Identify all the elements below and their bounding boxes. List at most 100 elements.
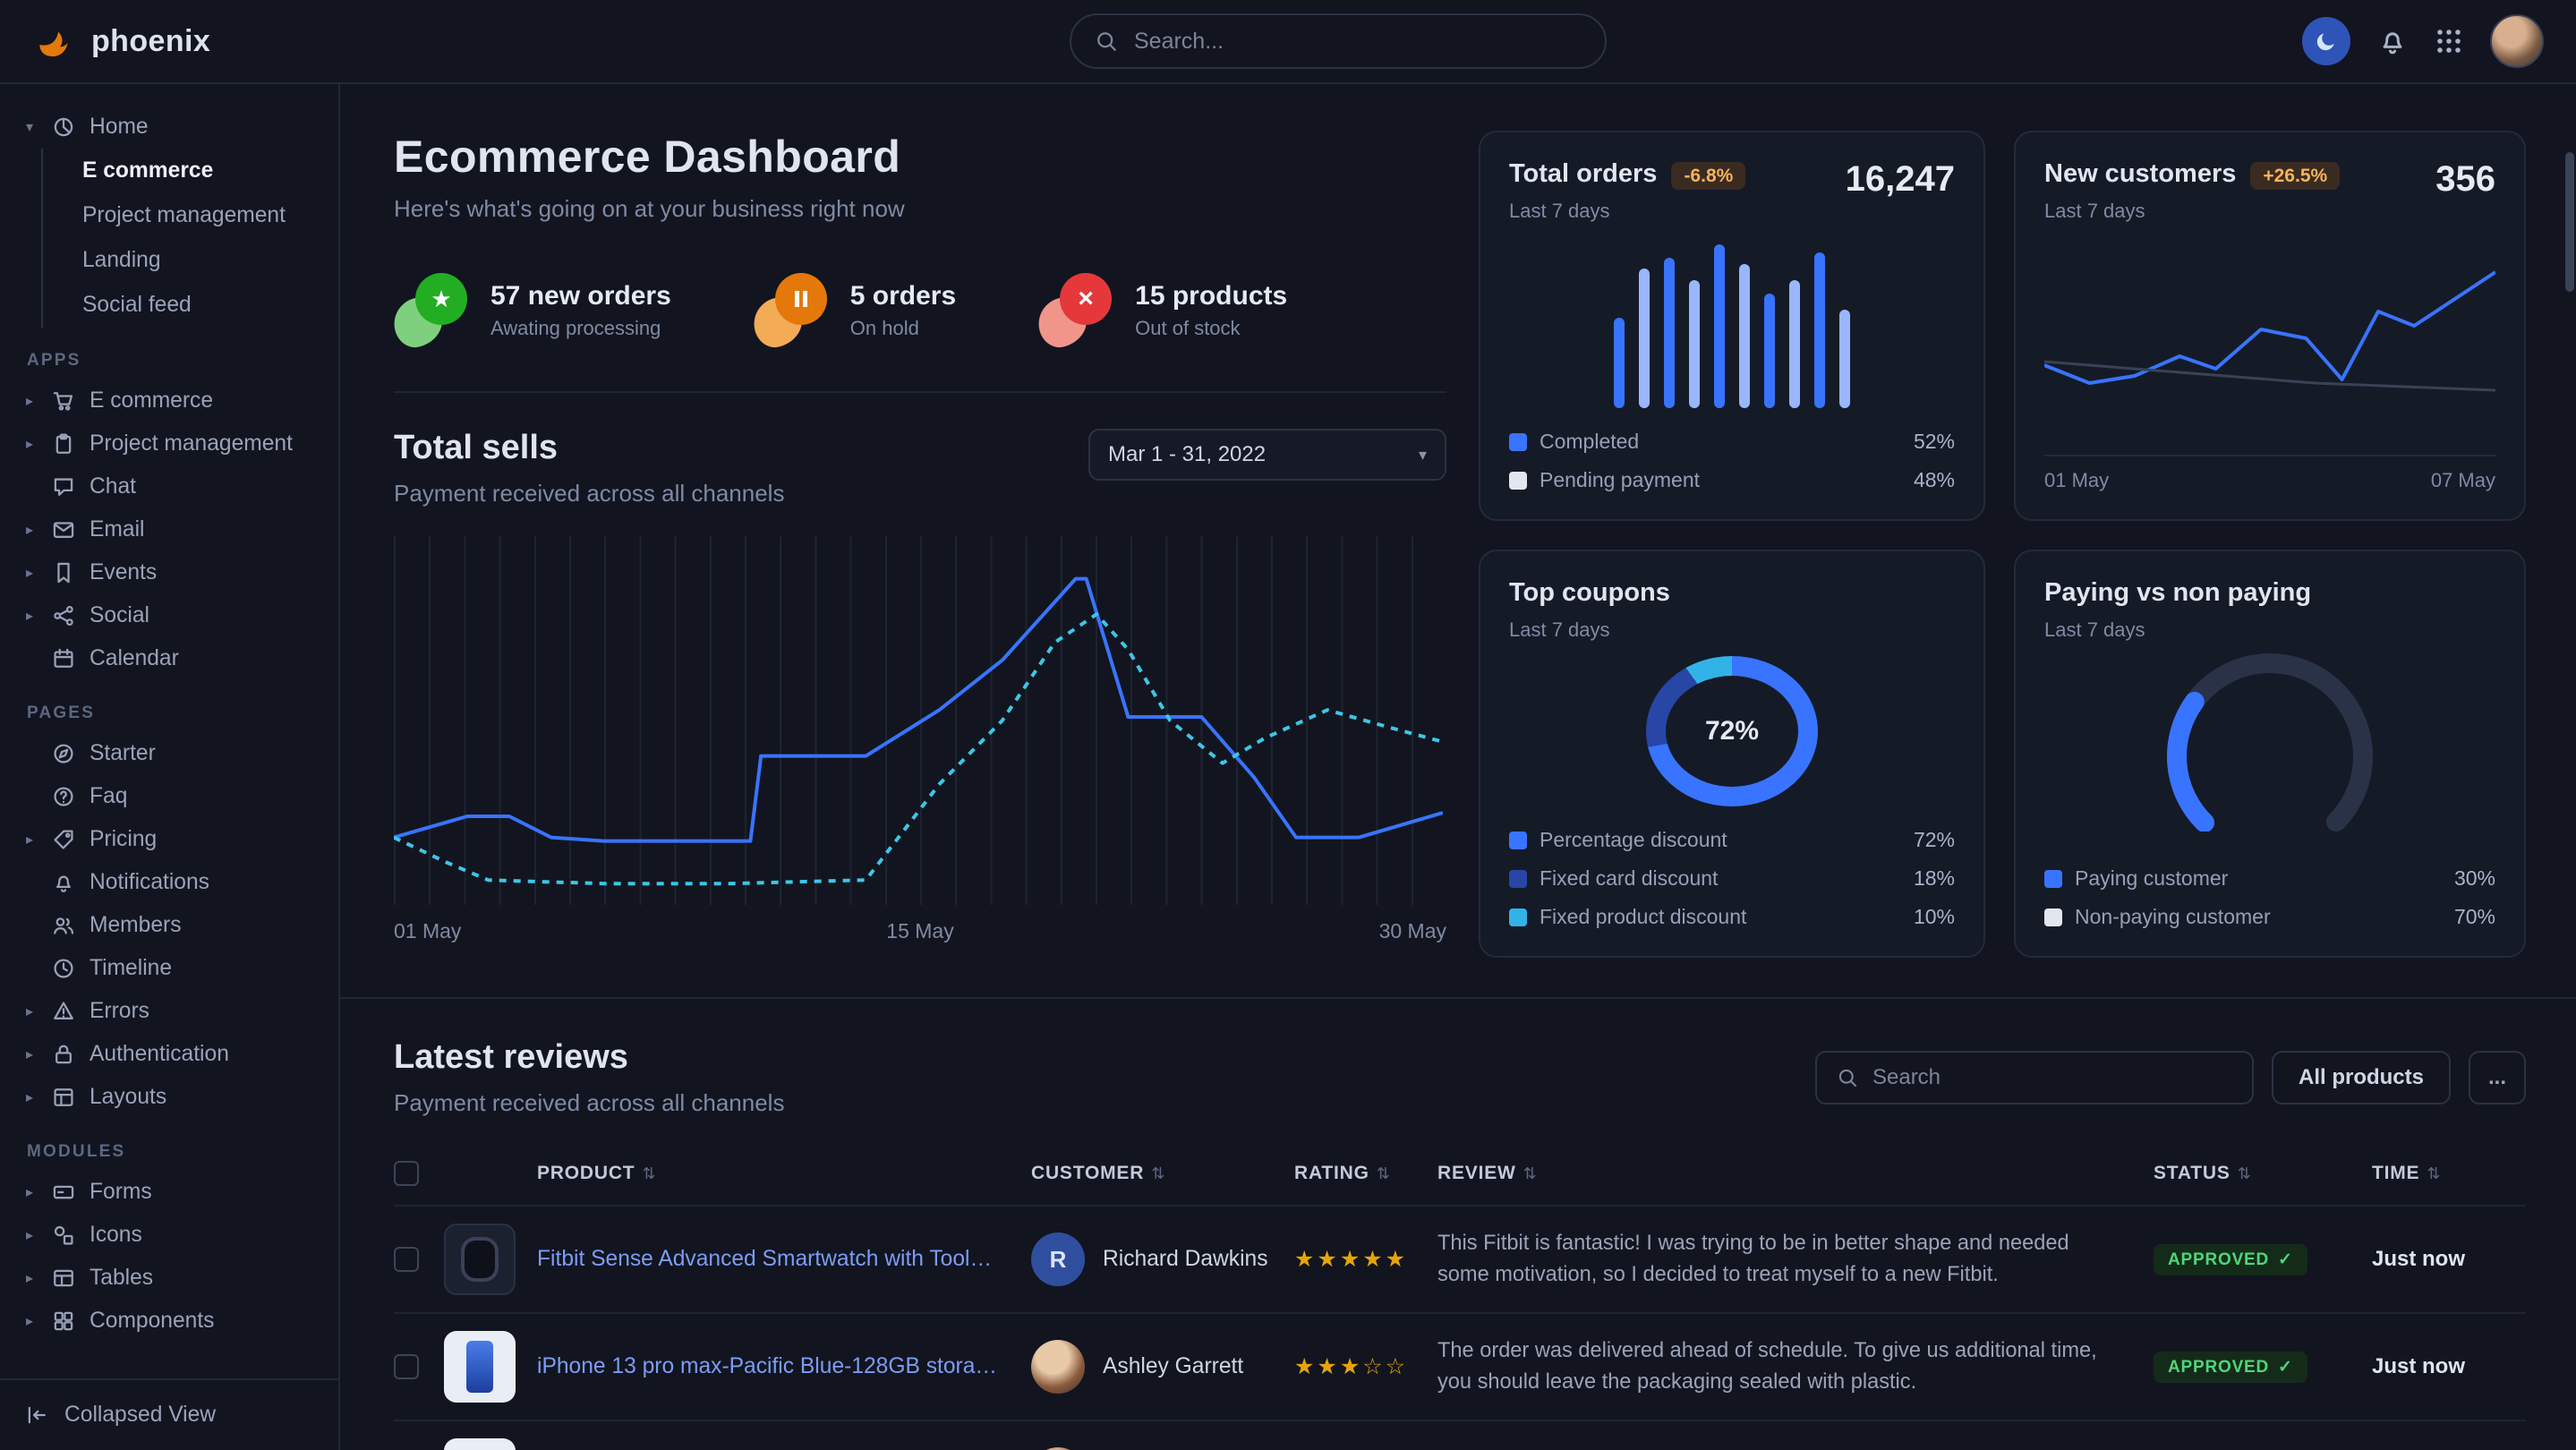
col-rating[interactable]: RATING⇅ (1294, 1163, 1437, 1184)
chevron-right-icon: ▸ (21, 831, 38, 849)
total-sells-x-axis: 01 May 15 May 30 May (394, 919, 1446, 943)
reviews-search[interactable] (1815, 1051, 2254, 1105)
sidebar-item-starter[interactable]: Starter (21, 732, 324, 775)
col-customer[interactable]: CUSTOMER⇅ (1031, 1163, 1294, 1184)
chevron-right-icon: ▸ (21, 1045, 38, 1063)
table-row: Fitbit Sense Advanced Smartwatch with To… (394, 1207, 2526, 1314)
sidebar-item-forms[interactable]: ▸ Forms (21, 1171, 324, 1214)
sidebar-item-events[interactable]: ▸ Events (21, 551, 324, 594)
chevron-down-icon: ▾ (21, 118, 38, 136)
reviews-search-input[interactable] (1872, 1065, 2232, 1090)
sidebar-item-ecommerce-app[interactable]: ▸ E commerce (21, 380, 324, 422)
cart-icon (50, 388, 77, 414)
chevron-right-icon: ▸ (21, 1269, 38, 1287)
notifications-bell-button[interactable] (2377, 26, 2408, 56)
users-icon (50, 912, 77, 939)
legend-completed: Completed 52% (1509, 430, 1955, 454)
page-title: Ecommerce Dashboard (394, 131, 1446, 183)
total-orders-bar-chart (1509, 223, 1955, 415)
page-scrollbar[interactable] (2565, 152, 2574, 292)
legend-percentage-discount: Percentage discount 72% (1509, 828, 1955, 852)
col-product[interactable]: PRODUCT⇅ (537, 1163, 1031, 1184)
customer-cell: R Richard Dawkins (1031, 1232, 1294, 1286)
donut-center-value: 72% (1646, 656, 1818, 806)
bell-icon (50, 869, 77, 896)
sidebar-item-home[interactable]: ▾ Home (21, 106, 324, 149)
total-sells-line-chart (394, 536, 1446, 905)
moon-icon (2314, 29, 2339, 54)
status-badge: APPROVED✓ (2154, 1244, 2307, 1275)
lock-icon (50, 1041, 77, 1068)
new-customers-line-chart (2044, 223, 2495, 444)
tag-icon (50, 826, 77, 853)
total-orders-value: 16,247 (1846, 159, 1955, 200)
select-all-checkbox[interactable] (394, 1161, 419, 1186)
time-cell: Just now (2372, 1247, 2526, 1272)
chevron-right-icon: ▸ (21, 435, 38, 453)
legend-non-paying-customer: Non-paying customer 70% (2044, 905, 2495, 929)
pause-icon (754, 273, 829, 348)
review-text: This Fitbit is fantastic! I was trying t… (1437, 1228, 2154, 1292)
total-orders-card: Total orders-6.8% Last 7 days 16,247 Com… (1479, 131, 1985, 521)
sidebar-item-authentication[interactable]: ▸ Authentication (21, 1033, 324, 1076)
rating-stars: ★★★★★ (1294, 1246, 1437, 1273)
date-range-select[interactable]: Mar 1 - 31, 2022 ▾ (1088, 429, 1446, 481)
sidebar-item-landing[interactable]: Landing (43, 238, 324, 283)
brand-name: phoenix (91, 24, 210, 59)
col-time[interactable]: TIME⇅ (2372, 1163, 2526, 1184)
chevron-right-icon: ▸ (21, 1183, 38, 1201)
stat-orders-on-hold: 5 orders On hold (754, 273, 956, 348)
chevron-right-icon: ▸ (21, 1226, 38, 1244)
sidebar-item-faq[interactable]: Faq (21, 775, 324, 818)
pie-chart-icon (50, 114, 77, 141)
star-icon: ★ (394, 273, 469, 348)
row-checkbox[interactable] (394, 1247, 419, 1272)
row-checkbox[interactable] (394, 1354, 419, 1379)
sidebar-item-calendar[interactable]: Calendar (21, 637, 324, 680)
sidebar-item-errors[interactable]: ▸ Errors (21, 990, 324, 1033)
avatar (1031, 1340, 1085, 1394)
user-avatar[interactable] (2490, 14, 2544, 68)
customer-cell: Ashley Garrett (1031, 1340, 1294, 1394)
top-navbar: phoenix (0, 0, 2576, 84)
search-icon (1837, 1067, 1858, 1088)
apps-grid-button[interactable] (2435, 27, 2463, 55)
legend-paying-customer: Paying customer 30% (2044, 866, 2495, 891)
chevron-right-icon: ▸ (21, 564, 38, 582)
col-status[interactable]: STATUS⇅ (2154, 1163, 2372, 1184)
sidebar-item-notifications[interactable]: Notifications (21, 861, 324, 904)
product-link[interactable]: Fitbit Sense Advanced Smartwatch with To… (537, 1247, 1031, 1272)
quick-stats: ★ 57 new orders Awating processing 5 ord… (394, 273, 1446, 348)
sidebar-item-components[interactable]: ▸ Components (21, 1300, 324, 1343)
search-input[interactable] (1134, 29, 1582, 55)
sidebar-item-project-management-dashboard[interactable]: Project management (43, 193, 324, 238)
collapse-sidebar-button[interactable]: Collapsed View (0, 1378, 338, 1450)
sort-icon: ⇅ (2427, 1164, 2441, 1182)
sidebar-item-timeline[interactable]: Timeline (21, 947, 324, 990)
product-image-iphone (444, 1331, 516, 1403)
sort-icon: ⇅ (2238, 1164, 2252, 1182)
table-row: iPhone 13 pro max-Pacific Blue-128GB sto… (394, 1314, 2526, 1421)
sidebar-item-members[interactable]: Members (21, 904, 324, 947)
product-link[interactable]: iPhone 13 pro max-Pacific Blue-128GB sto… (537, 1354, 1031, 1379)
sidebar-item-ecommerce-dashboard[interactable]: E commerce (43, 149, 324, 193)
sidebar-item-project-management-app[interactable]: ▸ Project management (21, 422, 324, 465)
sidebar-item-icons[interactable]: ▸ Icons (21, 1214, 324, 1257)
chevron-right-icon: ▸ (21, 607, 38, 625)
sidebar-item-pricing[interactable]: ▸ Pricing (21, 818, 324, 861)
sort-icon: ⇅ (642, 1164, 656, 1182)
sidebar-item-layouts[interactable]: ▸ Layouts (21, 1076, 324, 1119)
brand-logo[interactable]: phoenix (32, 19, 210, 64)
col-review[interactable]: REVIEW⇅ (1437, 1163, 2154, 1184)
sidebar-item-tables[interactable]: ▸ Tables (21, 1257, 324, 1300)
components-grid-icon (50, 1308, 77, 1335)
sidebar-item-email[interactable]: ▸ Email (21, 508, 324, 551)
theme-toggle-button[interactable] (2302, 17, 2350, 65)
all-products-button[interactable]: All products (2272, 1051, 2451, 1105)
sidebar-item-chat[interactable]: Chat (21, 465, 324, 508)
envelope-icon (50, 516, 77, 543)
global-search[interactable] (1070, 13, 1607, 69)
more-options-button[interactable]: ... (2469, 1051, 2526, 1105)
sidebar-item-social-feed[interactable]: Social feed (43, 283, 324, 328)
sidebar-item-social[interactable]: ▸ Social (21, 594, 324, 637)
